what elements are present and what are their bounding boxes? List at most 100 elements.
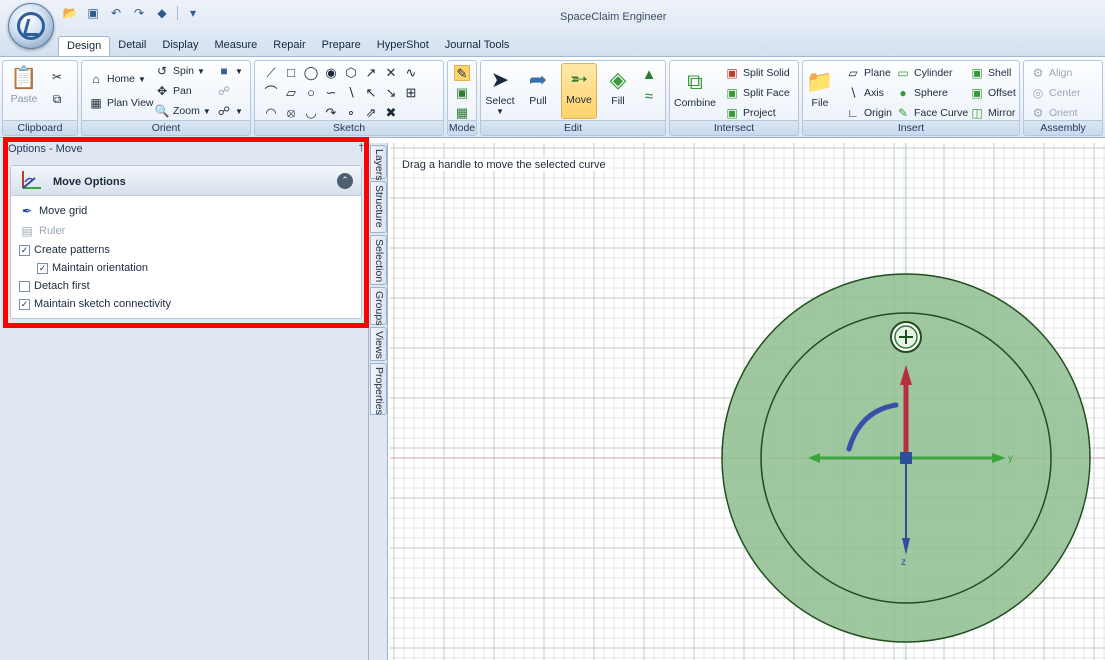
- align-icon: ⚙: [1032, 66, 1044, 80]
- project-icon[interactable]: ↖: [363, 85, 379, 101]
- snap-view-button[interactable]: ☍: [216, 83, 232, 99]
- tab-selection[interactable]: Selection: [370, 235, 387, 285]
- tab-properties[interactable]: Properties: [370, 363, 387, 415]
- insert-group: 📁 File ▱ Plane ∖ Axis ∟ Origin ▭ Cylinder ● S…: [802, 60, 1020, 136]
- tab-measure[interactable]: Measure: [206, 36, 265, 56]
- tab-layers[interactable]: Layers: [370, 145, 387, 181]
- circle-icon[interactable]: ◯: [303, 65, 319, 81]
- folder-icon: 📁: [806, 69, 834, 94]
- move-anchor-handle[interactable]: [900, 452, 912, 464]
- polygon-icon[interactable]: ⬡: [343, 65, 359, 81]
- tab-properties-label: Properties: [373, 367, 385, 415]
- three-point-rectangle-icon[interactable]: ▱: [283, 85, 299, 101]
- plane-button[interactable]: ▱ Plane: [845, 65, 890, 81]
- split-face-button[interactable]: ▣ Split Face: [724, 85, 789, 101]
- tangent-arc-icon[interactable]: ↷: [323, 105, 339, 121]
- pin-icon[interactable]: †: [358, 143, 364, 154]
- spline-icon[interactable]: ∿: [403, 65, 419, 81]
- blend-icon[interactable]: ≈: [641, 89, 657, 105]
- sphere-icon: ●: [899, 86, 907, 100]
- split-line-icon[interactable]: ✖: [383, 105, 399, 121]
- trim-icon[interactable]: ✕: [383, 65, 399, 81]
- tab-structure[interactable]: Structure: [370, 181, 387, 233]
- detach-first-option[interactable]: Detach first: [19, 280, 90, 292]
- intersect-group-label: Intersect: [670, 120, 798, 135]
- tab-hypershot[interactable]: HyperShot: [369, 36, 437, 56]
- offset-button[interactable]: ▣ Offset: [969, 85, 1016, 101]
- copy-button[interactable]: ⧉: [49, 91, 65, 107]
- view-cube-button[interactable]: ■ ▼: [216, 63, 243, 79]
- tab-design[interactable]: Design: [58, 36, 111, 56]
- ruler-option[interactable]: ▤ Ruler: [19, 223, 65, 239]
- fill-button[interactable]: ◈ Fill: [603, 65, 633, 107]
- maintain-sketch-connectivity-checkbox[interactable]: ✓: [19, 298, 30, 310]
- move-options-header[interactable]: Move Options ⌃: [11, 166, 361, 196]
- spin-button[interactable]: ↺ Spin ▼: [154, 63, 205, 79]
- line-icon[interactable]: ⟋: [263, 65, 279, 81]
- point-icon[interactable]: ∘: [343, 105, 359, 121]
- tweak-face-icon[interactable]: ▲: [641, 67, 657, 83]
- combine-icon: ⧉: [687, 69, 703, 94]
- arc-icon[interactable]: ◠: [263, 105, 279, 121]
- shell-button[interactable]: ▣ Shell: [969, 65, 1011, 81]
- center-button[interactable]: ◎ Center: [1030, 85, 1081, 101]
- file-button[interactable]: 📁 File: [805, 67, 835, 109]
- mirror-button[interactable]: ◫ Mirror: [969, 105, 1015, 121]
- cut-button[interactable]: ✂: [49, 69, 65, 85]
- design-canvas[interactable]: Drag a handle to move the selected curve…: [390, 143, 1105, 660]
- tab-prepare[interactable]: Prepare: [314, 36, 369, 56]
- tab-groups[interactable]: Groups: [370, 287, 387, 325]
- align-button[interactable]: ⚙ Align: [1030, 65, 1073, 81]
- slot-icon[interactable]: ⦻: [283, 105, 299, 121]
- split-solid-button[interactable]: ▣ Split Solid: [724, 65, 789, 81]
- face-curve-button[interactable]: ✎ Face Curve: [895, 105, 968, 121]
- cylinder-button[interactable]: ▭ Cylinder: [895, 65, 953, 81]
- collapse-section-icon[interactable]: ⌃: [337, 173, 353, 189]
- extend-icon[interactable]: ⇗: [363, 105, 379, 121]
- maintain-orientation-option[interactable]: ✓ Maintain orientation: [37, 262, 148, 274]
- zoom-button[interactable]: 🔍 Zoom ▼: [154, 103, 211, 119]
- create-patterns-checkbox[interactable]: ✓: [19, 244, 30, 256]
- sketch-group: ⟋ □ ◯ ◉ ⬡ ↗ ✕ ∿ ⌒ ▱ ○ ∽ ∖ ↖ ↘ ⊞ ◠ ⦻ ◡ ↷ …: [254, 60, 444, 136]
- move-button[interactable]: ➵ Move: [561, 63, 597, 119]
- maintain-sketch-connectivity-option[interactable]: ✓ Maintain sketch connectivity: [19, 298, 171, 310]
- pull-button[interactable]: ➦ Pull: [523, 65, 553, 107]
- pan-button[interactable]: ✥ Pan: [154, 83, 192, 99]
- graphics-options-button[interactable]: ☍ ▼: [216, 103, 243, 119]
- tab-detail[interactable]: Detail: [110, 36, 154, 56]
- select-button[interactable]: ➤ Select ▼: [485, 65, 515, 116]
- create-patterns-option[interactable]: ✓ Create patterns: [19, 244, 110, 256]
- move-grid-option[interactable]: ✒ Move grid: [19, 203, 87, 219]
- ellipse-icon[interactable]: ◉: [323, 65, 339, 81]
- sweep-arc-icon[interactable]: ⌒: [263, 85, 279, 101]
- axis-button[interactable]: ∖ Axis: [845, 85, 884, 101]
- combine-button[interactable]: ⧉ Combine: [674, 67, 716, 109]
- origin-button[interactable]: ∟ Origin: [845, 105, 892, 121]
- offset-curve-icon[interactable]: ∖: [343, 85, 359, 101]
- curve-icon[interactable]: ∽: [323, 85, 339, 101]
- maintain-orientation-checkbox[interactable]: ✓: [37, 262, 48, 274]
- orient-button[interactable]: ⚙ Orient: [1030, 105, 1078, 121]
- paste-button[interactable]: 📋 Paste: [9, 63, 39, 105]
- home-button[interactable]: ⌂ Home ▼: [88, 71, 146, 87]
- three-point-arc-icon[interactable]: ◡: [303, 105, 319, 121]
- tab-views[interactable]: Views: [370, 327, 387, 361]
- 3d-mode-icon[interactable]: ▦: [454, 105, 470, 121]
- tangent-line-icon[interactable]: ↗: [363, 65, 379, 81]
- bend-icon[interactable]: ⊞: [403, 85, 419, 101]
- plan-view-button[interactable]: ▦ Plan View: [88, 95, 153, 111]
- tab-repair[interactable]: Repair: [265, 36, 313, 56]
- tab-journal-tools[interactable]: Journal Tools: [437, 36, 518, 56]
- pan-label: Pan: [173, 85, 192, 97]
- project-button[interactable]: ▣ Project: [724, 105, 775, 121]
- fillet-icon[interactable]: ↘: [383, 85, 399, 101]
- cylinder-label: Cylinder: [914, 67, 953, 79]
- sphere-button[interactable]: ● Sphere: [895, 85, 947, 101]
- section-mode-icon[interactable]: ▣: [454, 85, 470, 101]
- detach-first-checkbox[interactable]: [19, 280, 30, 292]
- rectangle-icon[interactable]: □: [283, 65, 299, 81]
- sketch-mode-icon[interactable]: ✎: [454, 65, 470, 81]
- application-menu-button[interactable]: [8, 3, 54, 49]
- tab-display[interactable]: Display: [154, 36, 206, 56]
- three-point-circle-icon[interactable]: ○: [303, 85, 319, 101]
